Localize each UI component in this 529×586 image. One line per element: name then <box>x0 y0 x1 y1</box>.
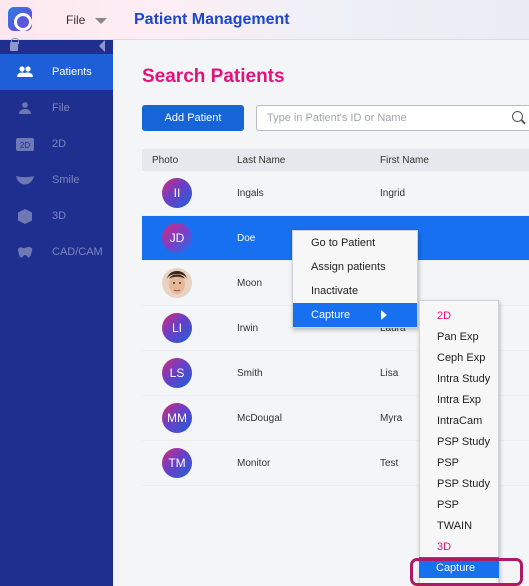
sidebar-item-label: CAD/CAM <box>52 246 103 258</box>
submenu-item-psp[interactable]: PSP <box>420 452 498 473</box>
search-icon[interactable] <box>512 111 523 122</box>
avatar: MM <box>162 403 192 433</box>
top-bar: File Patient Management <box>0 0 529 40</box>
sidebar-item-patients[interactable]: Patients <box>0 54 113 90</box>
submenu-item-psp-study-2[interactable]: PSP Study <box>420 473 498 494</box>
sidebar-item-label: File <box>52 102 70 114</box>
menu-item-capture[interactable]: Capture <box>293 303 417 327</box>
cube-icon <box>14 208 36 224</box>
sidebar-item-2d[interactable]: 2D 2D <box>0 126 113 162</box>
sidebar-item-label: 2D <box>52 138 67 150</box>
capture-submenu: 2D Pan Exp Ceph Exp Intra Study Intra Ex… <box>419 300 499 586</box>
submenu-group-2d: 2D <box>437 309 452 322</box>
menu-item-assign-patients[interactable]: Assign patients <box>293 255 417 279</box>
submenu-item-intracam[interactable]: IntraCam <box>420 410 498 431</box>
submenu-item-pan-exp[interactable]: Pan Exp <box>420 326 498 347</box>
avatar: LS <box>162 358 192 388</box>
add-patient-button[interactable]: Add Patient <box>142 105 244 131</box>
column-header-photo[interactable]: Photo <box>142 155 237 166</box>
sidebar-item-label: Patients <box>52 66 92 78</box>
avatar: TM <box>162 448 192 478</box>
2d-icon: 2D <box>14 137 36 151</box>
last-name-cell: Smith <box>237 367 263 379</box>
submenu-item-intra-study[interactable]: Intra Study <box>420 368 498 389</box>
sidebar-item-label: Smile <box>52 174 80 186</box>
sidebar: Patients File 2D 2D Smile 3D CAD/CAM <box>0 38 113 586</box>
last-name-cell: Monitor <box>237 457 271 469</box>
people-icon <box>14 65 36 79</box>
file-menu[interactable]: File <box>66 13 107 27</box>
avatar: II <box>162 178 192 208</box>
tooth-icon <box>14 245 36 259</box>
person-icon <box>14 101 36 115</box>
search-box[interactable] <box>256 105 529 131</box>
column-header-first-name[interactable]: First Name <box>380 155 529 166</box>
avatar-photo <box>162 268 192 298</box>
2d-icon-text: 2D <box>20 141 30 150</box>
app-title: Patient Management <box>134 11 290 28</box>
submenu-item-ceph-exp[interactable]: Ceph Exp <box>420 347 498 368</box>
file-menu-label[interactable]: File <box>66 13 85 27</box>
sidebar-item-file[interactable]: File <box>0 90 113 126</box>
last-name-cell: Ingals <box>237 187 264 199</box>
submenu-arrow-icon <box>381 310 387 320</box>
submenu-item-3d-capture[interactable]: Capture <box>419 557 499 578</box>
sidebar-item-3d[interactable]: 3D <box>0 198 113 234</box>
submenu-group-3d: 3D <box>437 540 452 553</box>
sidebar-item-label: 3D <box>52 210 67 222</box>
submenu-item-intra-exp[interactable]: Intra Exp <box>420 389 498 410</box>
submenu-item-twain[interactable]: TWAIN <box>420 515 498 536</box>
collapse-left-icon[interactable] <box>99 40 105 52</box>
table-row[interactable]: II Ingals Ingrid <box>142 171 529 216</box>
menu-item-inactivate[interactable]: Inactivate <box>293 279 417 303</box>
sidebar-top <box>0 38 113 54</box>
patient-context-menu: Go to Patient Assign patients Inactivate… <box>292 230 418 328</box>
last-name-cell: McDougal <box>237 412 283 424</box>
menu-item-label: Capture <box>311 309 351 321</box>
menu-item-go-to-patient[interactable]: Go to Patient <box>293 231 417 255</box>
lock-icon[interactable] <box>10 38 19 51</box>
table-header: Photo Last Name First Name <box>142 149 529 171</box>
page-title: Search Patients <box>142 66 285 87</box>
column-header-last-name[interactable]: Last Name <box>237 155 380 166</box>
first-name-cell: Ingrid <box>380 187 406 199</box>
search-input[interactable] <box>267 112 497 124</box>
submenu-item-psp-study[interactable]: PSP Study <box>420 431 498 452</box>
app-logo-icon <box>8 7 32 31</box>
caret-down-icon[interactable] <box>94 17 107 24</box>
sidebar-item-smile[interactable]: Smile <box>0 162 113 198</box>
smile-icon <box>14 173 36 187</box>
sidebar-item-cad-cam[interactable]: CAD/CAM <box>0 234 113 270</box>
avatar: JD <box>162 223 192 253</box>
submenu-item-psp-2[interactable]: PSP <box>420 494 498 515</box>
avatar: LI <box>162 313 192 343</box>
